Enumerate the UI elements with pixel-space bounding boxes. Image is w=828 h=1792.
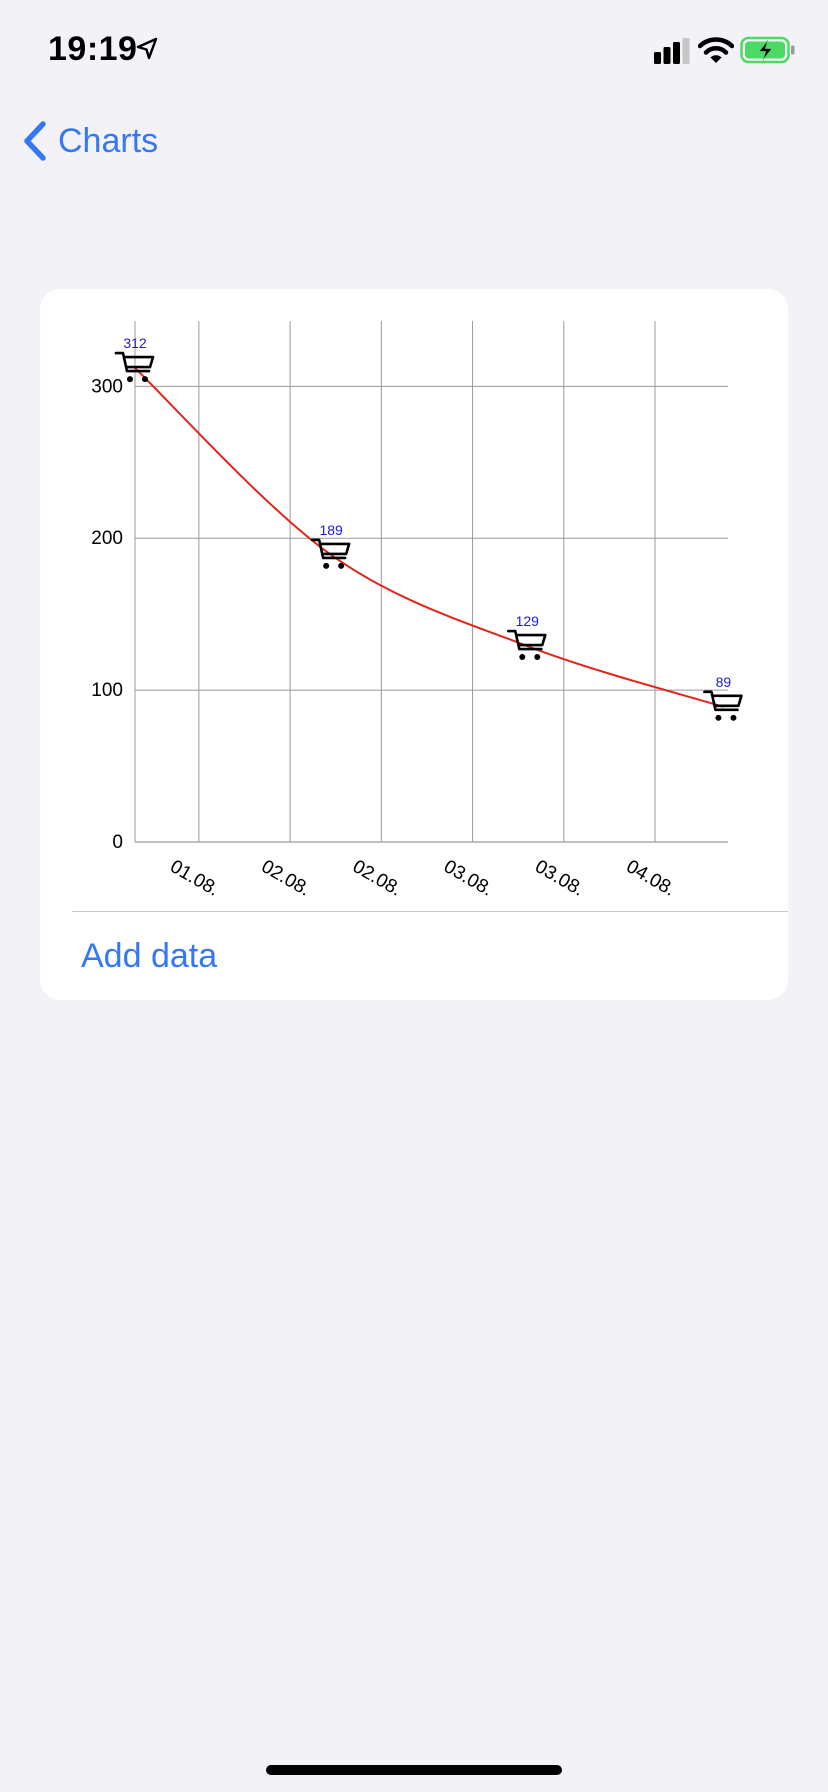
shopping-cart-icon [506,629,547,661]
y-tick-label: 300 [91,376,123,397]
battery-charging-icon [740,36,795,64]
series-line [134,367,724,708]
x-tick-label: 01.08. [166,856,222,901]
data-label: 189 [319,522,343,538]
status-time: 19:19 [48,30,138,68]
line-chart: 0 100 200 300 01.08. 02.08. 02.08. 03.08. 03.08.… [91,321,743,901]
status-bar: 19:19 [0,0,828,100]
x-tick-label: 03.08. [531,856,587,901]
chevron-left-icon [24,121,46,161]
add-data-button[interactable]: Add data [81,937,217,976]
card-divider [72,911,788,912]
wifi-icon [698,37,734,63]
data-label: 312 [123,335,147,351]
data-label: 129 [516,613,540,629]
x-tick-label: 04.08. [623,856,679,901]
y-tick-label: 200 [91,528,123,549]
y-tick-label: 0 [112,832,123,853]
shopping-cart-icon [703,690,743,721]
x-tick-label: 03.08. [440,856,496,901]
y-tick-label: 100 [91,680,123,701]
location-arrow-icon [136,37,158,60]
data-label: 89 [716,674,732,690]
back-label: Charts [58,121,159,160]
home-indicator [266,1765,562,1775]
back-button[interactable]: Charts [20,116,158,166]
x-tick-label: 02.08. [349,856,405,901]
cellular-signal-icon [654,38,690,64]
chart-card: 0 100 200 300 01.08. 02.08. 02.08. 03.08. 03.08.… [40,289,788,1000]
x-tick-label: 02.08. [258,856,314,901]
